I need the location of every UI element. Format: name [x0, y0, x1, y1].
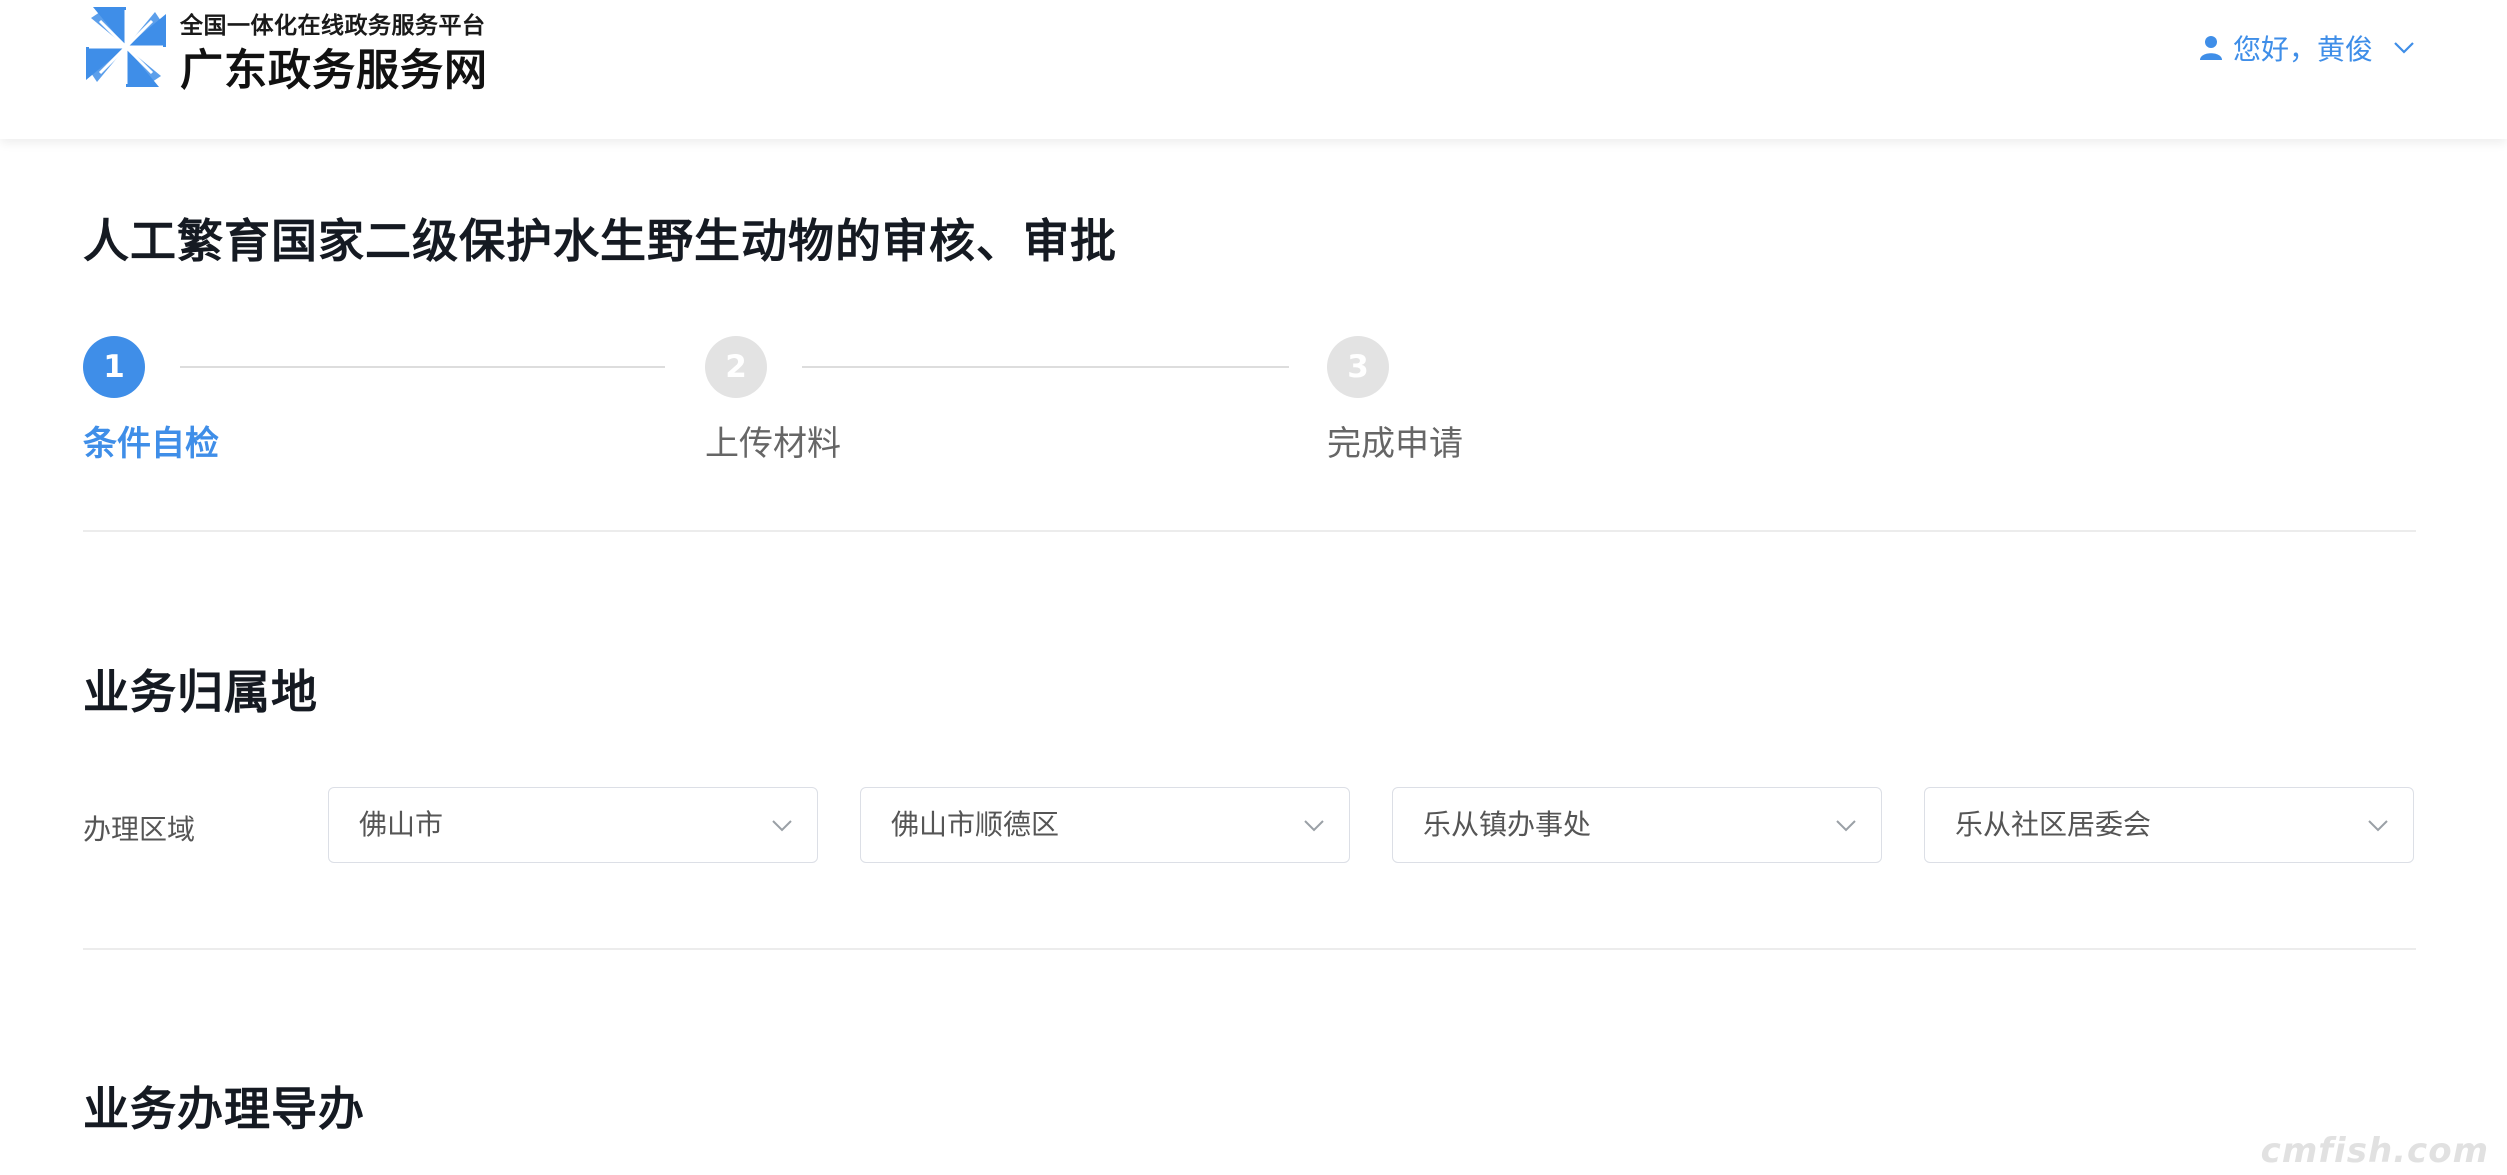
chevron-down-icon	[2394, 42, 2414, 54]
platform-logo-icon[interactable]	[83, 4, 169, 90]
city-select[interactable]: 佛山市	[328, 787, 818, 863]
step-1-circle: 1	[83, 336, 145, 398]
region-field-label: 办理区域	[83, 813, 196, 846]
section-divider	[83, 948, 2416, 950]
business-guide-title: 业务办理导办	[83, 1082, 365, 1136]
chevron-down-icon	[1304, 820, 1324, 832]
chevron-down-icon	[772, 820, 792, 832]
step-connector-1	[180, 366, 665, 368]
business-location-title: 业务归属地	[83, 665, 318, 719]
town-select-value: 乐从镇办事处	[1423, 808, 1592, 841]
user-menu-dropdown[interactable]: 您好，黄俊	[2199, 28, 2415, 68]
step-1-label: 条件自检	[83, 424, 219, 464]
step-3-circle: 3	[1327, 336, 1389, 398]
chevron-down-icon	[1836, 820, 1856, 832]
step-2-circle: 2	[705, 336, 767, 398]
step-3-label: 完成申请	[1327, 424, 1463, 464]
page-title: 人工繁育国家二级保护水生野生动物的审核、审批	[83, 214, 1117, 268]
community-select-value: 乐从社区居委会	[1955, 808, 2152, 841]
platform-subtitle: 全国一体化在线政务服务平台	[180, 13, 486, 39]
platform-title[interactable]: 广东政务服务网	[180, 36, 488, 98]
district-select[interactable]: 佛山市顺德区	[860, 787, 1350, 863]
city-select-value: 佛山市	[359, 808, 444, 841]
user-greeting: 您好，黄俊	[2232, 33, 2373, 66]
community-select[interactable]: 乐从社区居委会	[1924, 787, 2414, 863]
step-connector-2	[802, 366, 1289, 368]
chevron-down-icon	[2368, 820, 2388, 832]
district-select-value: 佛山市顺德区	[891, 808, 1060, 841]
section-divider	[83, 530, 2416, 532]
town-select[interactable]: 乐从镇办事处	[1392, 787, 1882, 863]
watermark: cmfish.com	[2260, 1131, 2489, 1171]
top-header: 全国一体化在线政务服务平台 广东政务服务网 您好，黄俊	[0, 0, 2507, 139]
user-icon	[2199, 36, 2222, 60]
step-2-label: 上传材料	[705, 424, 841, 464]
